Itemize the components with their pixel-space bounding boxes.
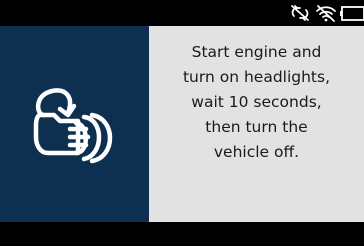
wifi-off-icon [316, 5, 336, 22]
headlight-icon [33, 88, 113, 164]
status-icons [289, 3, 364, 23]
device-screen: Start engine and turn on headlights, wai… [0, 0, 364, 246]
battery-icon [340, 6, 364, 21]
instruction-text: Start engine and turn on headlights, wai… [182, 43, 331, 161]
bottom-bar [0, 222, 364, 246]
illustration-panel [0, 26, 149, 222]
status-bar [0, 0, 364, 26]
instruction-screen: Start engine and turn on headlights, wai… [0, 26, 364, 222]
no-connection-icon [291, 5, 309, 21]
instruction-panel: Start engine and turn on headlights, wai… [149, 26, 364, 222]
